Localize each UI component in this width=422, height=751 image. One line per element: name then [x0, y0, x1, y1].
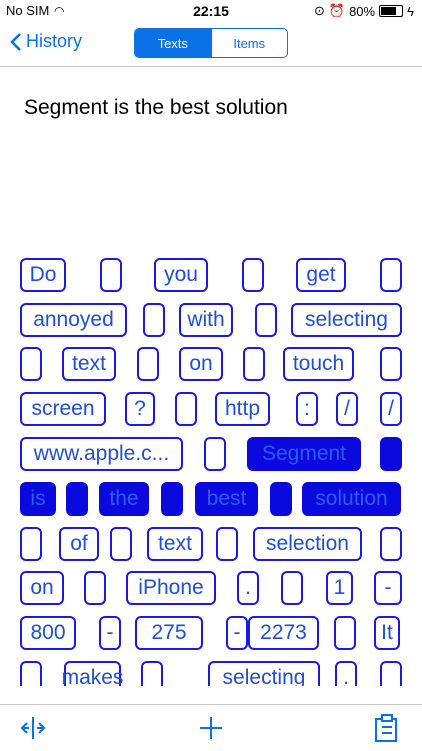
token-grid: Do you get annoyed with selecting text on touch s… [0, 0, 422, 686]
clipboard-icon [375, 714, 397, 742]
word-token[interactable]: / [336, 392, 358, 426]
split-icon [20, 717, 46, 739]
space-token[interactable] [204, 437, 226, 471]
word-token[interactable]: with [179, 303, 233, 337]
word-token[interactable]: the [99, 482, 149, 516]
space-token[interactable] [100, 258, 122, 292]
space-token[interactable] [175, 392, 197, 426]
word-token[interactable]: - [226, 616, 248, 650]
space-token[interactable] [380, 527, 402, 561]
space-token[interactable] [20, 347, 42, 381]
word-token[interactable]: of [59, 527, 99, 561]
space-token[interactable] [216, 527, 238, 561]
space-token[interactable] [281, 571, 303, 605]
word-token[interactable]: / [380, 392, 402, 426]
paste-button[interactable] [374, 713, 400, 748]
word-token[interactable]: . [335, 661, 357, 686]
space-token[interactable] [255, 303, 277, 337]
space-token[interactable] [20, 661, 42, 686]
space-token[interactable] [110, 527, 132, 561]
space-token[interactable] [380, 347, 402, 381]
word-token[interactable]: is [20, 482, 56, 516]
word-token[interactable]: - [99, 616, 121, 650]
word-token[interactable]: on [179, 347, 223, 381]
space-token[interactable] [66, 482, 88, 516]
word-token[interactable]: It [374, 616, 400, 650]
word-token[interactable]: touch [283, 347, 354, 381]
word-token[interactable]: 800 [20, 616, 76, 650]
space-token[interactable] [84, 571, 106, 605]
word-token[interactable]: 1 [326, 571, 353, 605]
word-token[interactable]: 2273 [248, 616, 319, 650]
space-token[interactable] [380, 437, 402, 471]
space-token[interactable] [141, 661, 163, 686]
plus-icon [200, 717, 222, 739]
word-token[interactable]: ? [125, 392, 155, 426]
word-token[interactable]: 275 [135, 616, 203, 650]
space-token[interactable] [334, 616, 356, 650]
space-token[interactable] [161, 482, 183, 516]
space-token[interactable] [270, 482, 292, 516]
word-token[interactable]: selecting [208, 661, 320, 686]
word-token[interactable]: iPhone [126, 571, 216, 605]
word-token[interactable]: selecting [291, 303, 402, 337]
word-token[interactable]: Do [20, 258, 66, 292]
word-token[interactable]: on [20, 571, 64, 605]
word-token[interactable]: get [296, 258, 346, 292]
space-token[interactable] [243, 347, 265, 381]
word-token[interactable]: Segment [247, 437, 361, 471]
word-token[interactable]: : [296, 392, 318, 426]
word-token[interactable]: selection [253, 527, 362, 561]
space-token[interactable] [20, 527, 42, 561]
space-token[interactable] [143, 303, 165, 337]
word-token[interactable]: you [154, 258, 208, 292]
space-token[interactable] [137, 347, 159, 381]
word-token[interactable]: best [195, 482, 258, 516]
word-token[interactable]: text [62, 347, 116, 381]
word-token[interactable]: screen [20, 392, 106, 426]
space-token[interactable] [242, 258, 264, 292]
split-button[interactable] [18, 713, 48, 748]
word-token[interactable]: text [147, 527, 203, 561]
word-token[interactable]: . [237, 571, 259, 605]
space-token[interactable] [380, 661, 402, 686]
word-token[interactable]: - [374, 571, 402, 605]
bottom-toolbar [0, 704, 422, 751]
word-token[interactable]: makes [62, 661, 123, 686]
word-token[interactable]: http [215, 392, 270, 426]
word-token[interactable]: annoyed [20, 303, 127, 337]
add-button[interactable] [196, 713, 226, 748]
word-token[interactable]: solution [302, 482, 401, 516]
word-token[interactable]: www.apple.c... [20, 437, 183, 471]
space-token[interactable] [380, 258, 402, 292]
